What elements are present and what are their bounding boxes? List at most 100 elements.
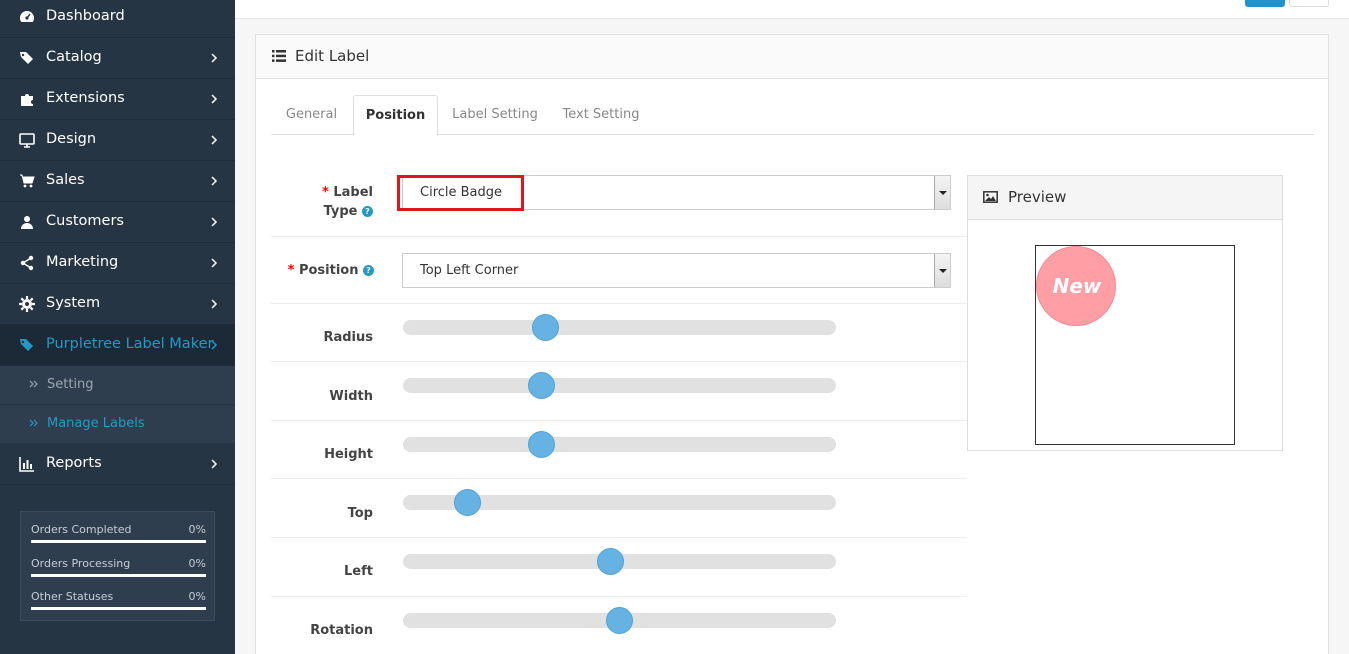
double-chevron-right-icon	[29, 419, 38, 427]
dropdown-arrow-icon[interactable]	[934, 176, 950, 209]
rotation-slider-handle[interactable]	[606, 607, 633, 634]
row-divider	[271, 478, 967, 479]
tab-text-setting[interactable]: Text Setting	[551, 95, 651, 135]
sidebar-item-dashboard[interactable]: Dashboard	[0, 0, 235, 38]
chevron-right-icon	[211, 53, 218, 63]
cart-icon	[20, 174, 35, 188]
tags-icon	[20, 52, 33, 64]
row-divider	[271, 361, 967, 362]
radius-slider-handle[interactable]	[532, 314, 559, 341]
stat-progress-bar	[31, 574, 206, 577]
stat-percent: 0%	[188, 557, 206, 570]
dropdown-arrow-icon[interactable]	[934, 254, 950, 287]
chevron-right-icon	[211, 217, 218, 227]
required-marker: *	[287, 263, 295, 278]
top-slider-handle[interactable]	[454, 489, 481, 516]
position-label: * Position ?	[274, 261, 374, 280]
label-type-text-2: Type	[323, 204, 358, 219]
sidebar-item-catalog[interactable]: Catalog	[0, 38, 235, 79]
rotation-slider-track[interactable]	[403, 607, 836, 634]
width-slider-handle[interactable]	[528, 372, 555, 399]
sidebar-item-purpletree-label-maker[interactable]: Purpletree Label Maker	[0, 325, 235, 366]
sidebar-item-label: Catalog	[46, 49, 102, 65]
sidebar-item-label: Customers	[46, 213, 124, 229]
row-divider	[271, 303, 967, 304]
sidebar: Dashboard Catalog Extensions Design Sale…	[0, 0, 235, 654]
position-value: Top Left Corner	[420, 263, 519, 278]
sidebar-item-label: Extensions	[46, 90, 125, 106]
tab-label-setting[interactable]: Label Setting	[442, 95, 548, 135]
tag-icon	[20, 339, 33, 351]
help-icon[interactable]: ?	[362, 206, 373, 217]
tab-bar: General Position Label Setting Text Sett…	[271, 95, 1314, 136]
sidebar-item-label: Marketing	[46, 254, 119, 270]
sidebar-item-label: System	[46, 295, 101, 311]
tab-general[interactable]: General	[271, 95, 352, 135]
stat-percent: 0%	[188, 590, 206, 603]
chevron-right-icon	[211, 176, 218, 186]
row-divider	[271, 420, 967, 421]
sidebar-item-system[interactable]: System	[0, 284, 235, 325]
chevron-right-icon	[211, 135, 218, 145]
help-icon[interactable]: ?	[363, 265, 374, 276]
sidebar-item-extensions[interactable]: Extensions	[0, 79, 235, 120]
sidebar-item-customers[interactable]: Customers	[0, 202, 235, 243]
double-chevron-right-icon	[29, 380, 38, 388]
row-divider	[271, 236, 967, 237]
bar-chart-icon	[19, 457, 34, 472]
top-slider-track[interactable]	[403, 489, 836, 516]
stat-progress-bar	[31, 607, 206, 610]
position-select[interactable]: Top Left Corner	[402, 253, 951, 288]
sidebar-subitem-setting[interactable]: Setting	[0, 366, 235, 405]
image-icon	[983, 191, 998, 203]
chevron-right-icon	[211, 299, 218, 309]
dashboard-icon	[20, 11, 34, 22]
top-label: Top	[347, 506, 373, 521]
preview-product-box: New	[1035, 245, 1235, 445]
height-slider-handle[interactable]	[528, 431, 555, 458]
row-divider	[271, 596, 967, 597]
back-button[interactable]	[1289, 0, 1329, 7]
chevron-right-icon	[211, 340, 218, 350]
height-slider-track[interactable]	[403, 431, 836, 458]
left-label: Left	[344, 564, 373, 579]
label-type-label: * Label Type ?	[296, 183, 373, 221]
panel-heading: Edit Label	[256, 35, 1328, 79]
sidebar-item-marketing[interactable]: Marketing	[0, 243, 235, 284]
monitor-icon	[19, 133, 35, 148]
page-header	[235, 0, 1349, 19]
edit-label-panel: Edit Label General Position Label Settin…	[255, 34, 1329, 654]
left-slider-track[interactable]	[403, 548, 836, 575]
width-slider-track[interactable]	[403, 372, 836, 399]
chevron-right-icon	[211, 94, 218, 104]
label-type-highlight	[397, 175, 524, 211]
sidebar-item-design[interactable]: Design	[0, 120, 235, 161]
list-icon	[272, 50, 286, 62]
share-icon	[20, 255, 34, 271]
sidebar-item-label: Design	[46, 131, 97, 147]
preview-panel: Preview New	[967, 175, 1283, 451]
width-label: Width	[329, 389, 373, 404]
tab-position[interactable]: Position	[353, 95, 438, 136]
badge-text: New	[1052, 274, 1102, 298]
puzzle-icon	[21, 94, 33, 106]
position-label-text: Position	[298, 263, 359, 278]
sidebar-item-reports[interactable]: Reports	[0, 444, 235, 485]
stat-name: Orders Processing	[31, 557, 131, 570]
stat-name: Other Statuses	[31, 590, 114, 603]
stat-name: Orders Completed	[31, 523, 132, 536]
rotation-label: Rotation	[310, 623, 373, 638]
radius-label: Radius	[323, 330, 373, 345]
sidebar-item-label: Reports	[46, 455, 102, 471]
radius-slider-track[interactable]	[403, 314, 836, 341]
label-type-text-1: Label	[333, 185, 373, 200]
gear-icon	[19, 296, 35, 312]
sidebar-item-sales[interactable]: Sales	[0, 161, 235, 202]
save-button[interactable]	[1245, 0, 1285, 7]
stat-progress-bar	[31, 540, 206, 543]
left-slider-handle[interactable]	[597, 548, 624, 575]
chevron-right-icon	[211, 459, 218, 469]
sidebar-subitem-manage-labels[interactable]: Manage Labels	[0, 405, 235, 444]
row-divider	[271, 537, 967, 538]
height-label: Height	[324, 447, 373, 462]
